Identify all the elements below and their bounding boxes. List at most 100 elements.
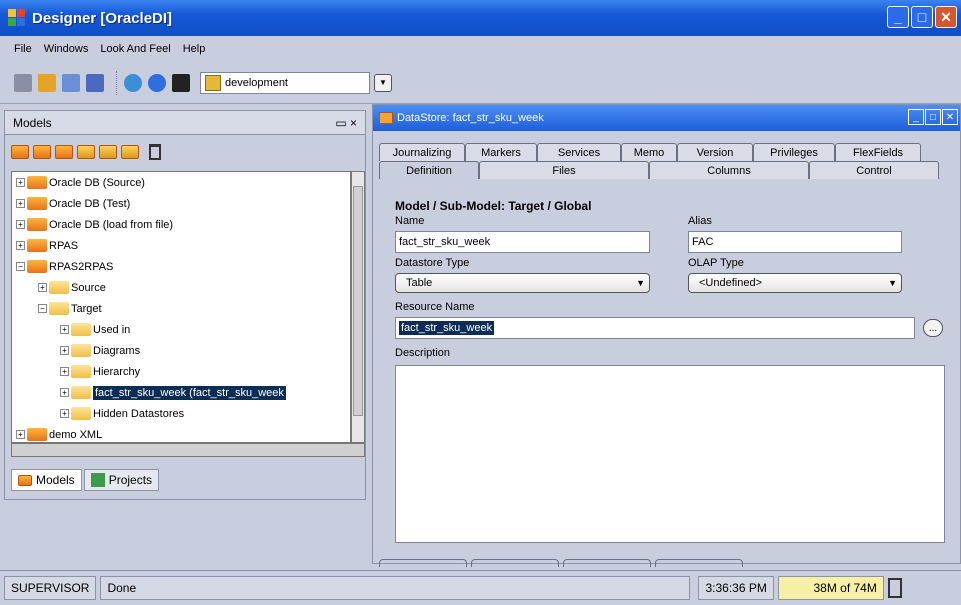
expand-icon[interactable]: − bbox=[38, 304, 47, 313]
tree-node-label: Hidden Datastores bbox=[93, 407, 185, 420]
menu-windows[interactable]: Windows bbox=[44, 43, 89, 55]
close-button[interactable]: ✕ bbox=[935, 6, 957, 28]
tree-node[interactable]: − RPAS2RPAS bbox=[12, 256, 350, 277]
expand-icon[interactable]: + bbox=[16, 241, 25, 250]
tree-node[interactable]: + Diagrams bbox=[12, 340, 350, 361]
name-field[interactable]: fact_str_sku_week bbox=[395, 231, 650, 253]
expand-icon[interactable]: + bbox=[16, 178, 25, 187]
reverse-icon[interactable] bbox=[77, 145, 95, 159]
expand-icon[interactable]: + bbox=[60, 388, 69, 397]
refresh-icon[interactable] bbox=[124, 73, 142, 92]
ds-close-button[interactable]: ✕ bbox=[942, 109, 958, 125]
folder-icon bbox=[27, 239, 47, 252]
tab-privileges[interactable]: Privileges bbox=[753, 143, 835, 161]
expand-icon[interactable]: − bbox=[16, 262, 25, 271]
status-bar: SUPERVISOR Done 3:36:36 PM 38M of 74M bbox=[0, 570, 961, 605]
tab-files[interactable]: Files bbox=[479, 161, 649, 179]
ds-maximize-button[interactable]: □ bbox=[925, 109, 941, 125]
tree-node[interactable]: + RPAS bbox=[12, 235, 350, 256]
import-icon[interactable] bbox=[99, 145, 117, 159]
menu-help[interactable]: Help bbox=[183, 43, 206, 55]
search-icon[interactable] bbox=[172, 73, 190, 92]
bottom-button[interactable] bbox=[563, 559, 651, 567]
tab-columns[interactable]: Columns bbox=[649, 161, 809, 179]
expand-icon[interactable]: + bbox=[60, 367, 69, 376]
tab-definition[interactable]: Definition bbox=[379, 161, 479, 179]
datastore-type-select[interactable]: Table ▼ bbox=[395, 273, 650, 293]
expand-icon[interactable]: + bbox=[16, 430, 25, 439]
resource-name-field[interactable]: fact_str_sku_week bbox=[395, 317, 915, 339]
tab-memo[interactable]: Memo bbox=[621, 143, 677, 161]
expand-icon[interactable]: + bbox=[60, 409, 69, 418]
tab-flexfields[interactable]: FlexFields bbox=[835, 143, 921, 161]
tree-node-label: Source bbox=[71, 281, 106, 294]
tree-node[interactable]: + Used in bbox=[12, 319, 350, 340]
tree-horizontal-scrollbar[interactable] bbox=[11, 443, 365, 457]
menu-file[interactable]: File bbox=[14, 43, 32, 55]
olap-type-label: OLAP Type bbox=[688, 257, 744, 269]
insert-model-icon[interactable] bbox=[33, 145, 51, 159]
help-icon[interactable] bbox=[148, 73, 166, 92]
export-icon[interactable] bbox=[121, 145, 139, 159]
tree-node[interactable]: + Oracle DB (load from file) bbox=[12, 214, 350, 235]
tree-vertical-scrollbar[interactable] bbox=[351, 171, 365, 443]
alias-label: Alias bbox=[688, 215, 712, 227]
tree-node-label: Hierarchy bbox=[93, 365, 141, 378]
tab-markers[interactable]: Markers bbox=[465, 143, 537, 161]
folder-icon bbox=[71, 407, 91, 420]
tab-control[interactable]: Control bbox=[809, 161, 939, 179]
topology-icon[interactable] bbox=[62, 73, 80, 92]
minimize-button[interactable]: _ bbox=[887, 6, 909, 28]
tree-node[interactable]: + demo XML bbox=[12, 424, 350, 442]
panel-close-icon[interactable]: ▭ × bbox=[335, 116, 357, 130]
datastore-type-label: Datastore Type bbox=[395, 257, 470, 269]
chevron-down-icon[interactable]: ▼ bbox=[374, 73, 392, 92]
tree-node[interactable]: − Target bbox=[12, 298, 350, 319]
context-icon bbox=[205, 74, 221, 91]
folder-icon bbox=[27, 260, 47, 273]
expand-icon[interactable]: + bbox=[60, 346, 69, 355]
folder-icon bbox=[27, 428, 47, 441]
bottom-button[interactable] bbox=[655, 559, 743, 567]
designer-icon[interactable] bbox=[14, 73, 32, 92]
ds-minimize-button[interactable]: _ bbox=[908, 109, 924, 125]
tab-services[interactable]: Services bbox=[537, 143, 621, 161]
expand-icon[interactable]: + bbox=[16, 220, 25, 229]
description-textarea[interactable] bbox=[395, 365, 945, 543]
tab-journalizing[interactable]: Journalizing bbox=[379, 143, 465, 161]
app-icon bbox=[8, 9, 26, 27]
security-icon[interactable] bbox=[86, 73, 104, 92]
model-heading: Model / Sub-Model: Target / Global bbox=[395, 199, 592, 213]
insert-submodel-icon[interactable] bbox=[55, 145, 73, 159]
expand-icon[interactable]: + bbox=[60, 325, 69, 334]
operator-icon[interactable] bbox=[38, 73, 56, 92]
bottom-button[interactable] bbox=[471, 559, 559, 567]
tree-node[interactable]: + fact_str_sku_week (fact_str_sku_week bbox=[12, 382, 350, 403]
tree-node[interactable]: + Hierarchy bbox=[12, 361, 350, 382]
tab-version[interactable]: Version bbox=[677, 143, 753, 161]
tab-models[interactable]: Models bbox=[11, 469, 82, 491]
tree-node-label: fact_str_sku_week (fact_str_sku_week bbox=[93, 385, 286, 400]
expand-icon[interactable]: + bbox=[38, 283, 47, 292]
tree-node[interactable]: + Oracle DB (Test) bbox=[12, 193, 350, 214]
trash-icon[interactable] bbox=[887, 578, 902, 598]
status-time: 3:36:36 PM bbox=[698, 576, 774, 600]
bottom-button[interactable] bbox=[379, 559, 467, 567]
insert-model-folder-icon[interactable] bbox=[11, 145, 29, 159]
tree-node[interactable]: + Source bbox=[12, 277, 350, 298]
menu-look-and-feel[interactable]: Look And Feel bbox=[100, 43, 170, 55]
maximize-button[interactable]: □ bbox=[911, 6, 933, 28]
folder-icon bbox=[49, 302, 69, 315]
tree-node[interactable]: + Oracle DB (Source) bbox=[12, 172, 350, 193]
alias-field[interactable]: FAC bbox=[688, 231, 902, 253]
trash-icon[interactable] bbox=[149, 144, 161, 160]
olap-type-select[interactable]: <Undefined> ▼ bbox=[688, 273, 902, 293]
tab-projects[interactable]: Projects bbox=[83, 469, 160, 491]
tree-node[interactable]: + Hidden Datastores bbox=[12, 403, 350, 424]
tree-node-label: Oracle DB (Source) bbox=[49, 176, 145, 189]
tree-node-label: Diagrams bbox=[93, 344, 141, 357]
browse-button[interactable]: ... bbox=[923, 319, 943, 337]
menu-bar: File Windows Look And Feel Help bbox=[0, 36, 961, 62]
context-select[interactable]: development bbox=[200, 71, 370, 94]
expand-icon[interactable]: + bbox=[16, 199, 25, 208]
